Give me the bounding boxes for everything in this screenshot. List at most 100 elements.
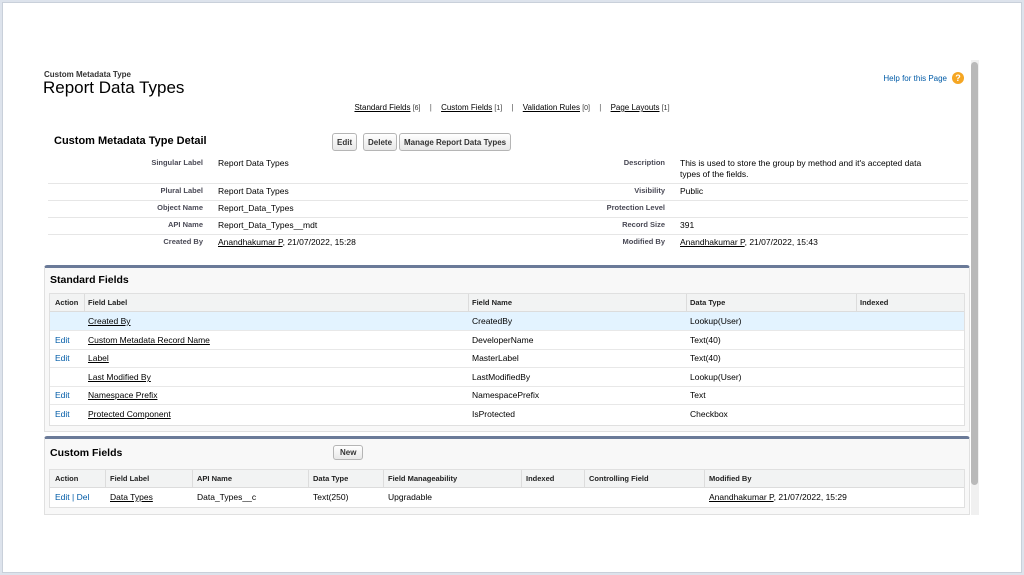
field-manageability: Upgradable [388, 492, 432, 502]
column-divider [521, 470, 522, 487]
standard-fields-count: [6] [412, 105, 421, 112]
row-actions: Edit | Del [55, 492, 89, 502]
new-field-button[interactable]: New [333, 445, 364, 460]
field-name: LastModifiedBy [472, 372, 531, 382]
object-name-label: Object Name [157, 203, 203, 212]
column-divider [704, 470, 705, 487]
description-value-line2: types of the fields. [680, 169, 749, 179]
manage-records-button[interactable]: Manage Report Data Types [399, 133, 512, 151]
table-row[interactable]: Edit Custom Metadata Record Name Develop… [50, 331, 964, 350]
field-name: NamespacePrefix [472, 390, 540, 400]
related-list-links: Standard Fields [6] | Custom Fields [1] … [0, 103, 1024, 112]
standard-fields-title: Standard Fields [50, 274, 129, 286]
column-header: Action [55, 474, 79, 483]
singular-label-value: Report Data Types [218, 158, 289, 168]
help-link[interactable]: Help for this Page ? [883, 72, 964, 84]
data-type: Text(40) [690, 353, 721, 363]
description-label: Description [623, 158, 665, 167]
column-divider [856, 294, 857, 311]
field-label-link[interactable]: Data Types [110, 492, 153, 502]
field-label-link[interactable]: Last Modified By [88, 372, 151, 382]
column-header: API Name [197, 474, 233, 483]
data-type: Text(250) [313, 492, 349, 502]
column-header: Field Name [472, 298, 513, 307]
link-standard-fields[interactable]: Standard Fields [354, 103, 410, 112]
help-link-label[interactable]: Help for this Page [883, 74, 947, 83]
description-value-line1: This is used to store the group by metho… [680, 158, 922, 168]
column-divider [686, 294, 687, 311]
modified-by-date: , 21/07/2022, 15:29 [773, 492, 847, 502]
column-header: Action [55, 298, 79, 307]
protection-level-label: Protection Level [606, 203, 665, 212]
field-name: IsProtected [472, 409, 515, 419]
column-divider [192, 470, 193, 487]
data-type: Text(40) [690, 335, 721, 345]
created-by-label: Created By [163, 237, 203, 246]
field-label-link[interactable]: Label [88, 353, 109, 363]
modified-by-value: Anandhakumar P, 21/07/2022, 15:43 [680, 237, 818, 247]
column-header: Indexed [526, 474, 555, 483]
row-action-link[interactable]: Edit [55, 335, 70, 345]
field-name: CreatedBy [472, 316, 513, 326]
field-label-link[interactable]: Created By [88, 316, 131, 326]
detail-row: Plural Label Report Data Types Visibilit… [48, 184, 968, 201]
detail-row: API Name Report_Data_Types__mdt Record S… [48, 218, 968, 235]
scrollbar-thumb[interactable] [971, 62, 978, 485]
table-row[interactable]: Edit Label MasterLabel Text(40) [50, 349, 964, 368]
row-action-link[interactable]: Edit [55, 390, 70, 400]
table-row[interactable]: Edit Protected Component IsProtected Che… [50, 405, 964, 423]
custom-fields-title: Custom Fields [50, 447, 123, 459]
plural-label-label: Plural Label [160, 186, 203, 195]
detail-row: Object Name Report_Data_Types Protection… [48, 201, 968, 218]
link-separator: | [429, 103, 432, 112]
table-header: Action Field Label Field Name Data Type … [50, 294, 964, 312]
detail-section-title: Custom Metadata Type Detail [54, 135, 207, 147]
column-divider [308, 470, 309, 487]
visibility-value: Public [680, 186, 704, 196]
page-layouts-count: [1] [661, 105, 670, 112]
modified-by-user-link[interactable]: Anandhakumar P [680, 237, 745, 247]
column-header: Data Type [313, 474, 349, 483]
field-label-link[interactable]: Custom Metadata Record Name [88, 335, 210, 345]
edit-link[interactable]: Edit [55, 492, 70, 502]
data-type: Checkbox [690, 409, 728, 419]
api-name-label: API Name [167, 220, 203, 229]
edit-button[interactable]: Edit [332, 133, 358, 151]
column-divider [584, 470, 585, 487]
modified-by: Anandhakumar P, 21/07/2022, 15:29 [709, 492, 847, 502]
table-row[interactable]: Created By CreatedBy Lookup(User) [50, 312, 964, 331]
field-name: DeveloperName [472, 335, 534, 345]
column-header: Field Label [110, 474, 150, 483]
column-divider [84, 294, 85, 311]
created-by-user-link[interactable]: Anandhakumar P [218, 237, 283, 247]
column-header: Indexed [860, 298, 889, 307]
row-action-link[interactable]: Edit [55, 353, 70, 363]
created-by-date: , 21/07/2022, 15:28 [282, 237, 356, 247]
link-page-layouts[interactable]: Page Layouts [611, 103, 660, 112]
modified-by-date: , 21/07/2022, 15:43 [744, 237, 818, 247]
table-row[interactable]: Edit Namespace Prefix NamespacePrefix Te… [50, 386, 964, 405]
data-type: Text [690, 390, 706, 400]
table-row[interactable]: Last Modified By LastModifiedBy Lookup(U… [50, 368, 964, 387]
delete-link[interactable]: Del [77, 492, 90, 502]
column-divider [383, 470, 384, 487]
created-by-value: Anandhakumar P, 21/07/2022, 15:28 [218, 237, 356, 247]
column-header: Data Type [690, 298, 726, 307]
page-title: Report Data Types [43, 78, 185, 97]
modified-by-user-link[interactable]: Anandhakumar P [709, 492, 774, 502]
record-size-label: Record Size [622, 220, 665, 229]
column-header: Field Manageability [388, 474, 458, 483]
link-custom-fields[interactable]: Custom Fields [441, 103, 492, 112]
link-separator: | [599, 103, 602, 112]
plural-label-value: Report Data Types [218, 186, 289, 196]
data-type: Lookup(User) [690, 372, 742, 382]
table-row[interactable]: Edit | Del Data Types Data_Types__c Text… [50, 488, 964, 506]
help-icon[interactable]: ? [952, 72, 964, 84]
delete-button[interactable]: Delete [363, 133, 398, 151]
row-action-link[interactable]: Edit [55, 409, 70, 419]
record-size-value: 391 [680, 220, 695, 230]
field-label-link[interactable]: Namespace Prefix [88, 390, 157, 400]
field-label-link[interactable]: Protected Component [88, 409, 171, 419]
link-validation-rules[interactable]: Validation Rules [523, 103, 580, 112]
field-name: MasterLabel [472, 353, 519, 363]
